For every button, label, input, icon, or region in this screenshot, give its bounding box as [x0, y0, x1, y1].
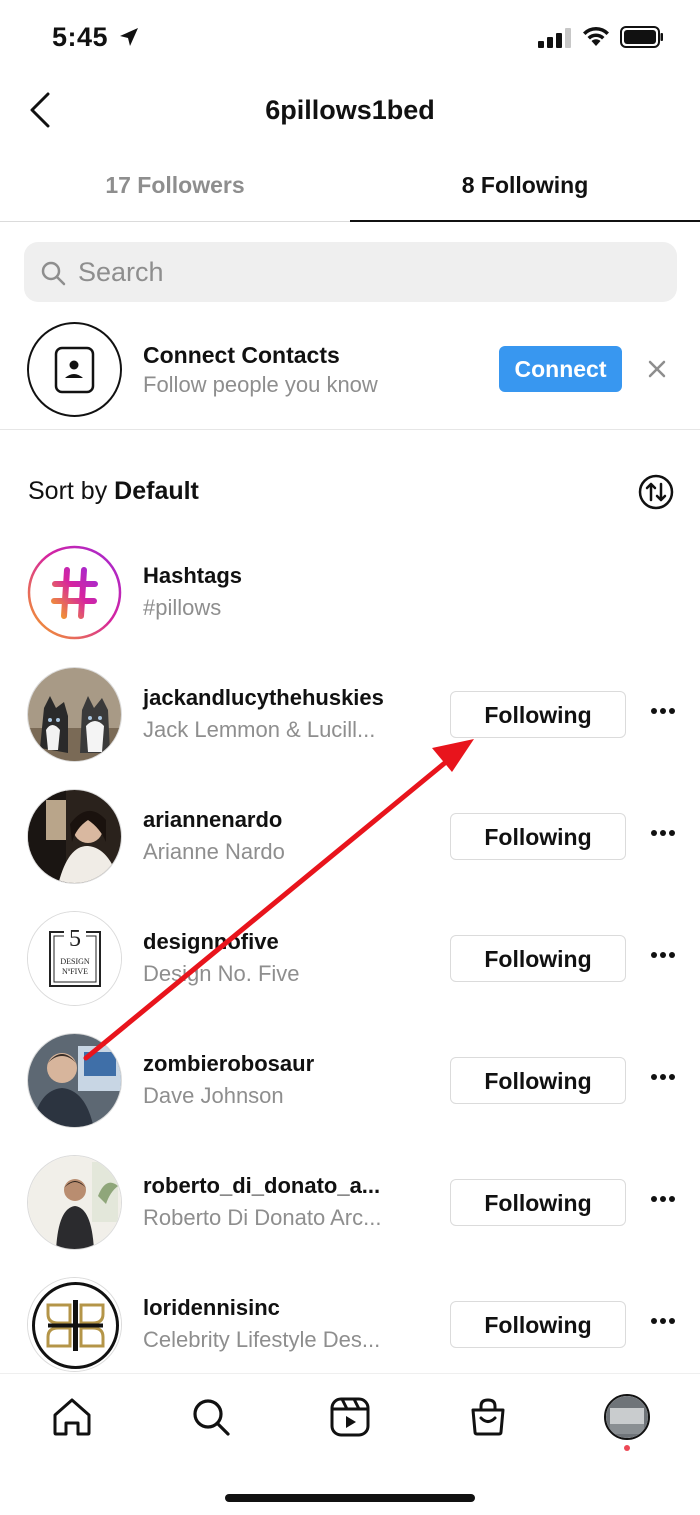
sort-value: Default — [114, 477, 199, 505]
cellular-signal-icon — [538, 28, 571, 48]
notification-dot — [624, 1445, 630, 1451]
search-bar[interactable] — [24, 242, 677, 302]
following-button[interactable]: Following — [450, 1301, 626, 1348]
more-options-icon[interactable] — [650, 951, 676, 959]
avatar[interactable]: 5 DESIGN NºFIVE — [27, 911, 122, 1006]
list-item[interactable]: 5 DESIGN NºFIVE designnofive Design No. … — [0, 911, 700, 1033]
search-input[interactable] — [78, 242, 638, 302]
hashtags-subtitle: #pillows — [143, 595, 222, 620]
list-item[interactable]: zombierobosaur Dave Johnson Following — [0, 1033, 700, 1155]
close-icon[interactable] — [646, 358, 668, 380]
tab-following[interactable]: 8 Following — [350, 172, 700, 199]
hashtags-row[interactable]: Hashtags #pillows — [0, 545, 700, 667]
list-item[interactable]: jackandlucythehuskies Jack Lemmon & Luci… — [0, 667, 700, 789]
profile-avatar[interactable] — [604, 1394, 650, 1440]
search-icon[interactable] — [190, 1396, 232, 1438]
wifi-icon — [583, 26, 609, 46]
status-time: 5:45 — [52, 22, 109, 52]
contacts-title: Connect Contacts — [143, 342, 340, 368]
logo-line2: NºFIVE — [62, 967, 88, 976]
following-button[interactable]: Following — [450, 1179, 626, 1226]
avatar[interactable] — [27, 1277, 122, 1372]
full-name: Jack Lemmon & Lucill... — [143, 717, 376, 742]
sort-arrows-icon[interactable] — [638, 474, 674, 510]
avatar[interactable] — [27, 1033, 122, 1128]
full-name: Roberto Di Donato Arc... — [143, 1205, 382, 1230]
username[interactable]: loridennisinc — [143, 1295, 280, 1321]
more-options-icon[interactable] — [650, 1317, 676, 1325]
more-options-icon[interactable] — [650, 1195, 676, 1203]
full-name: Celebrity Lifestyle Des... — [143, 1327, 381, 1352]
connect-button[interactable]: Connect — [499, 346, 622, 392]
sort-prefix: Sort by — [28, 477, 108, 505]
username[interactable]: designnofive — [143, 929, 279, 955]
avatar[interactable] — [27, 1155, 122, 1250]
reels-icon[interactable] — [329, 1396, 371, 1438]
username[interactable]: jackandlucythehuskies — [143, 685, 384, 711]
sort-label[interactable]: Sort by Default — [28, 477, 199, 506]
list-item[interactable]: roberto_di_donato_a... Roberto Di Donato… — [0, 1155, 700, 1277]
contacts-subtitle: Follow people you know — [143, 372, 378, 397]
location-arrow-icon — [120, 28, 138, 46]
list-item[interactable]: ariannenardo Arianne Nardo Following — [0, 789, 700, 911]
username[interactable]: roberto_di_donato_a... — [143, 1173, 380, 1199]
full-name: Design No. Five — [143, 961, 300, 986]
active-tab-indicator — [350, 220, 700, 222]
username[interactable]: zombierobosaur — [143, 1051, 314, 1077]
full-name: Dave Johnson — [143, 1083, 284, 1108]
following-button[interactable]: Following — [450, 691, 626, 738]
logo-number: 5 — [69, 926, 81, 952]
following-button[interactable]: Following — [450, 813, 626, 860]
full-name: Arianne Nardo — [143, 839, 285, 864]
following-button[interactable]: Following — [450, 935, 626, 982]
contact-book-icon — [27, 322, 122, 417]
connect-contacts-card: Connect Contacts Follow people you know … — [0, 320, 700, 430]
following-button[interactable]: Following — [450, 1057, 626, 1104]
shop-icon[interactable] — [467, 1396, 509, 1438]
home-icon[interactable] — [51, 1396, 93, 1438]
search-icon — [41, 261, 66, 286]
more-options-icon[interactable] — [650, 829, 676, 837]
more-options-icon[interactable] — [650, 707, 676, 715]
avatar[interactable] — [27, 789, 122, 884]
avatar[interactable] — [27, 667, 122, 762]
bottom-nav — [0, 1373, 700, 1515]
tab-bar: 17 Followers 8 Following — [0, 160, 700, 222]
username[interactable]: ariannenardo — [143, 807, 282, 833]
battery-icon — [620, 26, 663, 48]
home-indicator — [225, 1494, 475, 1502]
hashtag-icon — [27, 545, 122, 640]
tab-followers[interactable]: 17 Followers — [0, 172, 350, 199]
more-options-icon[interactable] — [650, 1073, 676, 1081]
status-bar: 5:45 — [0, 0, 700, 76]
page-title: 6pillows1bed — [265, 95, 435, 125]
logo-line1: DESIGN — [60, 957, 90, 966]
hashtags-title: Hashtags — [143, 563, 243, 588]
